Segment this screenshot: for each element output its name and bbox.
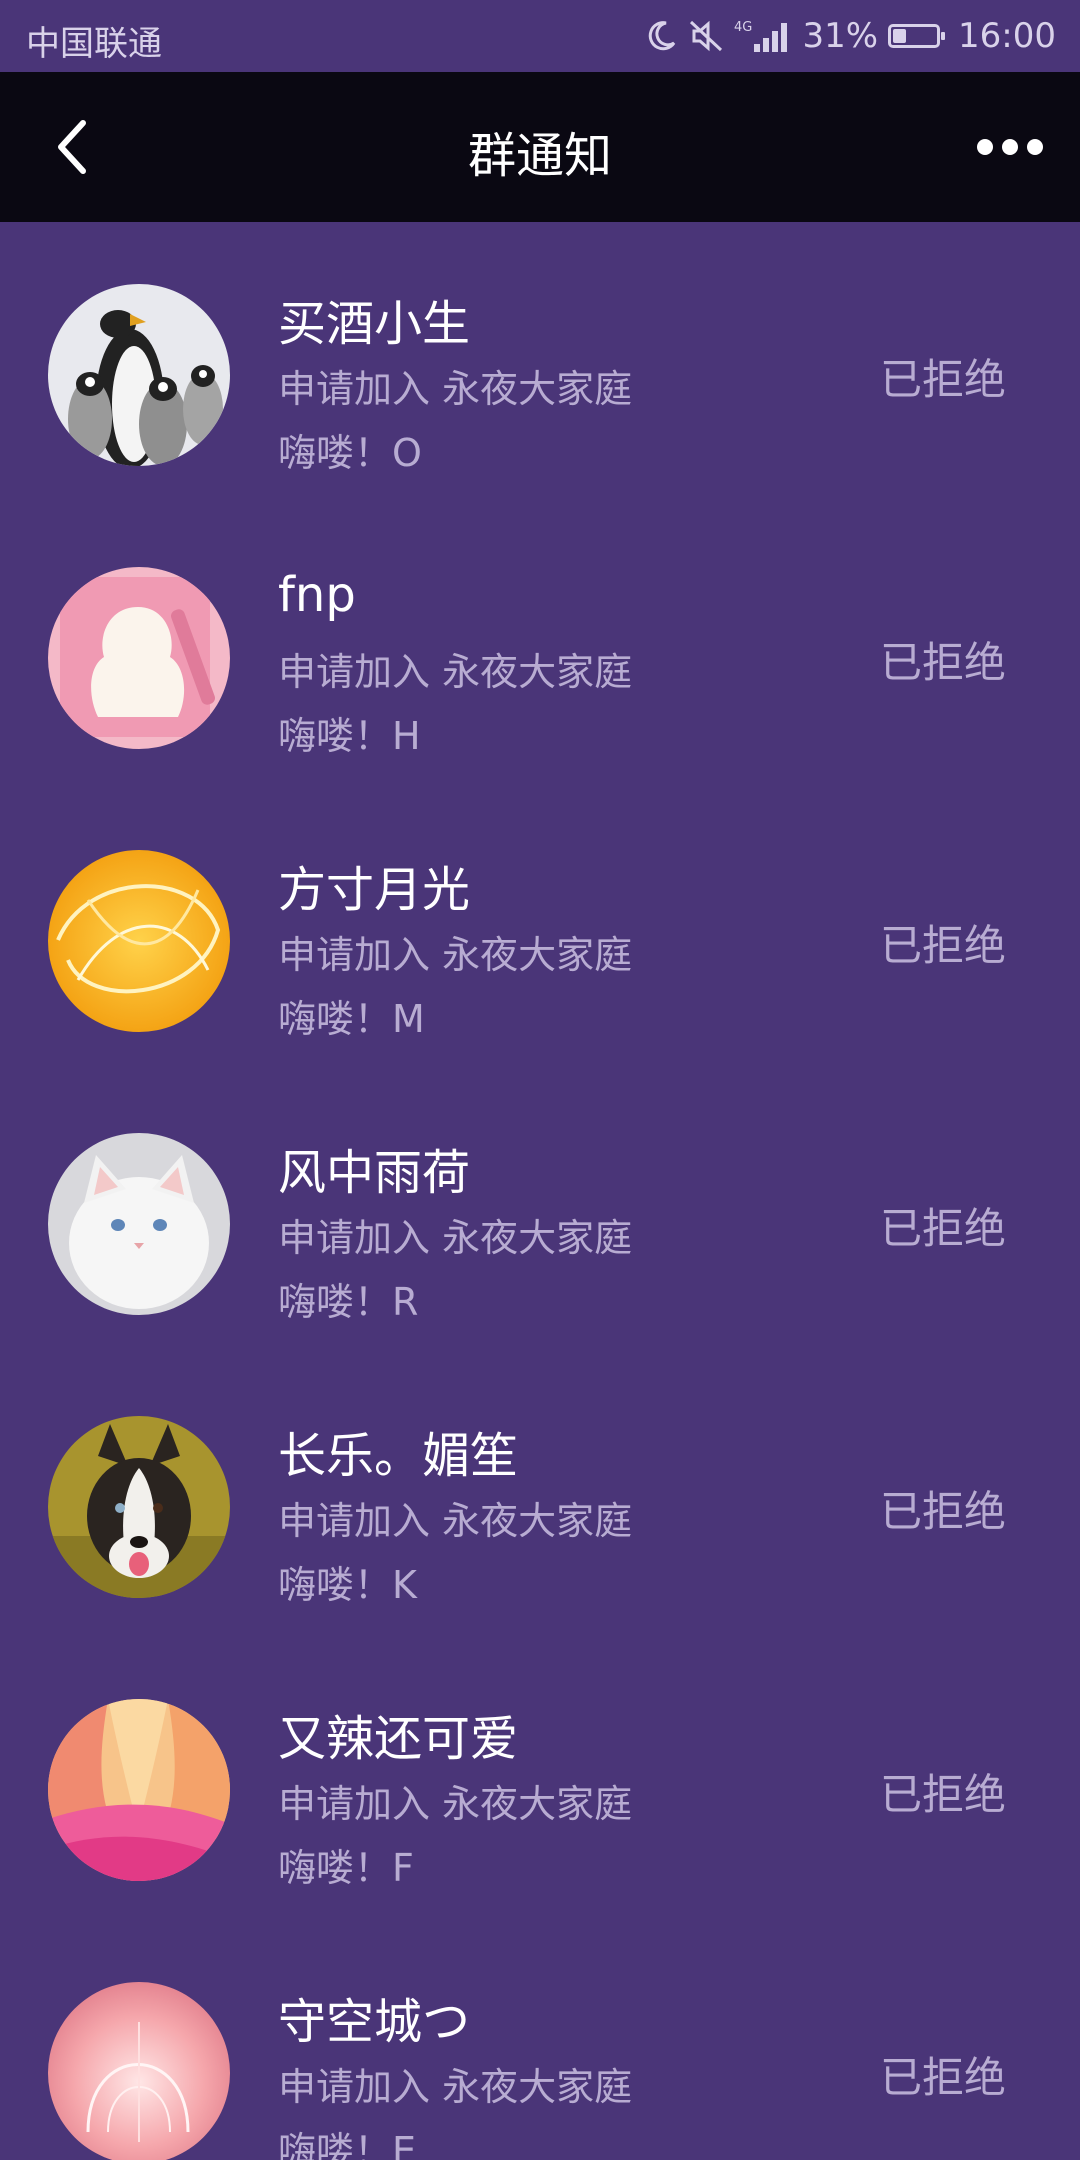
status-label: 已拒绝 [879, 1487, 1006, 1536]
applicant-name: 长乐。媚笙 [278, 1428, 519, 1484]
more-button[interactable] [970, 122, 1050, 172]
apply-text: 申请加入 永夜大家庭 [278, 367, 633, 411]
husky-dog-avatar-image [48, 1416, 230, 1598]
status-icons: 4G 31% 16:00 [644, 12, 1056, 60]
network-type-label: 4G [734, 20, 752, 35]
apply-message: 嗨喽！E [278, 2129, 417, 2160]
applicant-name: 守空城つ [278, 1994, 471, 2050]
applicant-name: 方寸月光 [278, 862, 471, 918]
more-dots-icon [977, 139, 1043, 155]
apply-text: 申请加入 永夜大家庭 [278, 650, 633, 694]
orange-swirl-avatar-image [48, 850, 230, 1032]
apply-message: 嗨喽！R [278, 1280, 419, 1324]
penguin-avatar-image [48, 284, 230, 466]
status-label: 已拒绝 [879, 1204, 1006, 1253]
status-label: 已拒绝 [879, 2053, 1006, 2102]
avatar[interactable] [48, 567, 230, 749]
notification-list: 买酒小生 申请加入 永夜大家庭 嗨喽！O 已拒绝 fnp 申请加入 永夜大家庭 … [0, 222, 1080, 2160]
notification-item[interactable]: 长乐。媚笙 申请加入 永夜大家庭 嗨喽！K 已拒绝 [0, 1354, 1080, 1637]
apply-message: 嗨喽！F [278, 1846, 414, 1890]
avatar[interactable] [48, 850, 230, 1032]
apply-text: 申请加入 永夜大家庭 [278, 933, 633, 977]
applicant-name: fnp [278, 567, 356, 623]
clock: 16:00 [958, 16, 1056, 56]
apply-text: 申请加入 永夜大家庭 [278, 2065, 633, 2109]
apply-message: 嗨喽！O [278, 431, 422, 475]
signal-icon: 4G [734, 18, 792, 54]
applicant-name: 风中雨荷 [278, 1145, 471, 1201]
applicant-name: 买酒小生 [278, 296, 471, 352]
battery-percent: 31% [802, 16, 879, 56]
status-label: 已拒绝 [879, 1770, 1006, 1819]
moon-icon [644, 19, 678, 53]
notification-item[interactable]: 方寸月光 申请加入 永夜大家庭 嗨喽！M 已拒绝 [0, 788, 1080, 1071]
nav-bar: 群通知 [0, 72, 1080, 222]
battery-icon [888, 24, 946, 48]
apply-text: 申请加入 永夜大家庭 [278, 1499, 633, 1543]
avatar[interactable] [48, 1416, 230, 1598]
apply-text: 申请加入 永夜大家庭 [278, 1782, 633, 1826]
apply-message: 嗨喽！K [278, 1563, 417, 1607]
status-label: 已拒绝 [879, 921, 1006, 970]
page-title: 群通知 [467, 128, 612, 184]
pink-silhouette-avatar-image [48, 567, 230, 749]
status-label: 已拒绝 [879, 355, 1006, 404]
avatar[interactable] [48, 1699, 230, 1881]
white-cat-avatar-image [48, 1133, 230, 1315]
notification-item[interactable]: 风中雨荷 申请加入 永夜大家庭 嗨喽！R 已拒绝 [0, 1071, 1080, 1354]
applicant-name: 又辣还可爱 [278, 1711, 519, 1767]
status-bar: 中国联通 4G 31% 16:00 [0, 0, 1080, 72]
pink-petals-avatar-image [48, 1699, 230, 1881]
avatar[interactable] [48, 1133, 230, 1315]
status-label: 已拒绝 [879, 638, 1006, 687]
avatar[interactable] [48, 1982, 230, 2160]
mute-icon [688, 19, 724, 53]
avatar[interactable] [48, 284, 230, 466]
apply-message: 嗨喽！M [278, 997, 425, 1041]
notification-item[interactable]: 买酒小生 申请加入 永夜大家庭 嗨喽！O 已拒绝 [0, 222, 1080, 505]
notification-item[interactable]: fnp 申请加入 永夜大家庭 嗨喽！H 已拒绝 [0, 505, 1080, 788]
apply-text: 申请加入 永夜大家庭 [278, 1216, 633, 1260]
notification-item[interactable]: 守空城つ 申请加入 永夜大家庭 嗨喽！E 已拒绝 [0, 1920, 1080, 2160]
apply-message: 嗨喽！H [278, 714, 421, 758]
screen: 中国联通 4G 31% 16:00 群通知 买酒小生 申请加入 永夜大家庭 嗨喽… [0, 0, 1080, 2160]
notification-item[interactable]: 又辣还可爱 申请加入 永夜大家庭 嗨喽！F 已拒绝 [0, 1637, 1080, 1920]
battery-fill [893, 29, 907, 43]
pink-glow-avatar-image [48, 1982, 230, 2160]
carrier-label: 中国联通 [26, 24, 162, 64]
